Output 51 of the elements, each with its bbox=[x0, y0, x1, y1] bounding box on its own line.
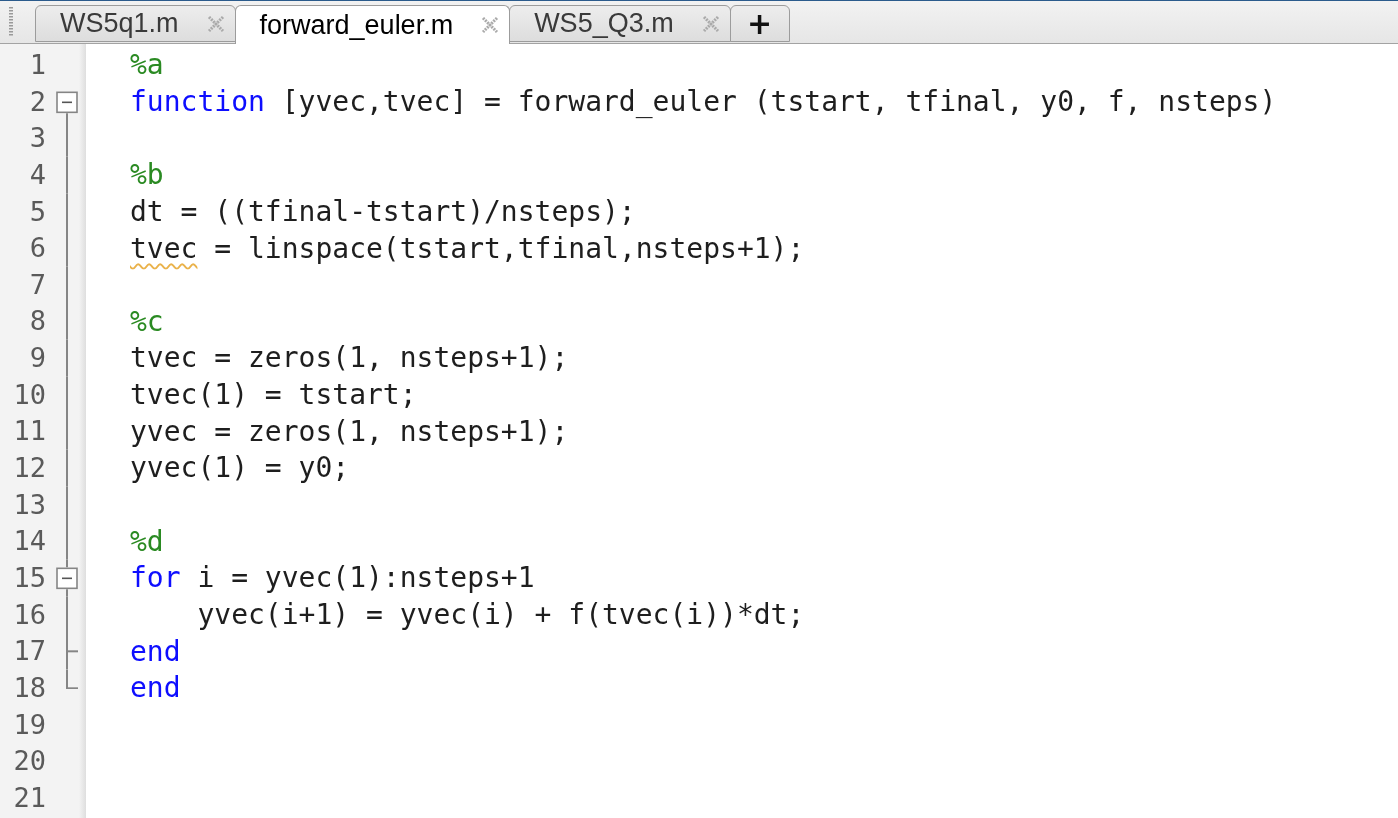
line-number: 6 bbox=[29, 231, 46, 266]
editor-tab[interactable]: forward_euler.m bbox=[234, 5, 511, 44]
code-text: i = yvec(1):nsteps+1 bbox=[197, 563, 535, 594]
line-number: 15 bbox=[13, 560, 46, 595]
new-tab-button[interactable]: + bbox=[729, 5, 790, 42]
code-text: [yvec,tvec] = forward_euler (tstart, tfinal, y0, f, nsteps) bbox=[281, 86, 1277, 117]
close-icon[interactable] bbox=[481, 16, 500, 34]
code-comment: %d bbox=[130, 526, 164, 557]
line-number: 9 bbox=[29, 341, 46, 376]
code-keyword: function bbox=[130, 86, 265, 117]
fold-corner-icon bbox=[66, 669, 78, 690]
line-number: 3 bbox=[29, 121, 46, 156]
editor-tab[interactable]: WS5q1.m bbox=[35, 5, 236, 42]
fold-end-icon bbox=[66, 633, 78, 670]
line-number: 2 bbox=[29, 84, 46, 119]
line-number: 13 bbox=[13, 487, 46, 522]
line-number: 12 bbox=[13, 451, 46, 486]
line-number: 17 bbox=[13, 634, 46, 669]
code-text: = linspace(tstart,tfinal,nsteps+1); bbox=[214, 233, 805, 264]
line-number: 19 bbox=[13, 707, 46, 742]
line-number: 16 bbox=[13, 597, 46, 632]
close-icon[interactable] bbox=[701, 14, 720, 33]
code-keyword: for bbox=[130, 563, 181, 594]
code-text: tvec = zeros(1, nsteps+1); bbox=[130, 343, 569, 374]
line-number: 21 bbox=[13, 780, 46, 815]
line-number: 5 bbox=[29, 194, 46, 229]
code-comment: %b bbox=[130, 160, 164, 191]
code-text: yvec(i+1) = yvec(i) + f(tvec(i))*dt; bbox=[197, 599, 805, 630]
code-text: dt = ((tfinal-tstart)/nsteps); bbox=[130, 196, 636, 227]
line-number: 8 bbox=[29, 304, 46, 339]
collapse-icon[interactable] bbox=[56, 559, 78, 597]
code-keyword: end bbox=[130, 673, 181, 704]
line-number: 14 bbox=[13, 524, 46, 559]
code-text: tvec bbox=[130, 233, 198, 264]
fold-line-icon bbox=[66, 596, 68, 634]
code-keyword: end bbox=[130, 636, 181, 667]
line-number: 1 bbox=[29, 48, 46, 82]
line-number: 10 bbox=[13, 377, 46, 412]
line-number: 20 bbox=[13, 744, 46, 779]
grip-icon[interactable] bbox=[8, 7, 14, 37]
code-comment: %a bbox=[130, 50, 164, 81]
code-text: yvec(1) = y0; bbox=[130, 453, 350, 484]
editor-tab[interactable]: WS5_Q3.m bbox=[509, 5, 731, 42]
code-comment: %c bbox=[130, 306, 164, 337]
line-number: 7 bbox=[29, 267, 46, 302]
line-number: 4 bbox=[29, 157, 46, 192]
code-text: yvec = zeros(1, nsteps+1); bbox=[130, 416, 569, 447]
line-number: 18 bbox=[13, 670, 46, 705]
line-number: 11 bbox=[13, 414, 46, 449]
close-icon[interactable] bbox=[206, 14, 225, 33]
code-text: tvec(1) = tstart; bbox=[130, 380, 417, 411]
